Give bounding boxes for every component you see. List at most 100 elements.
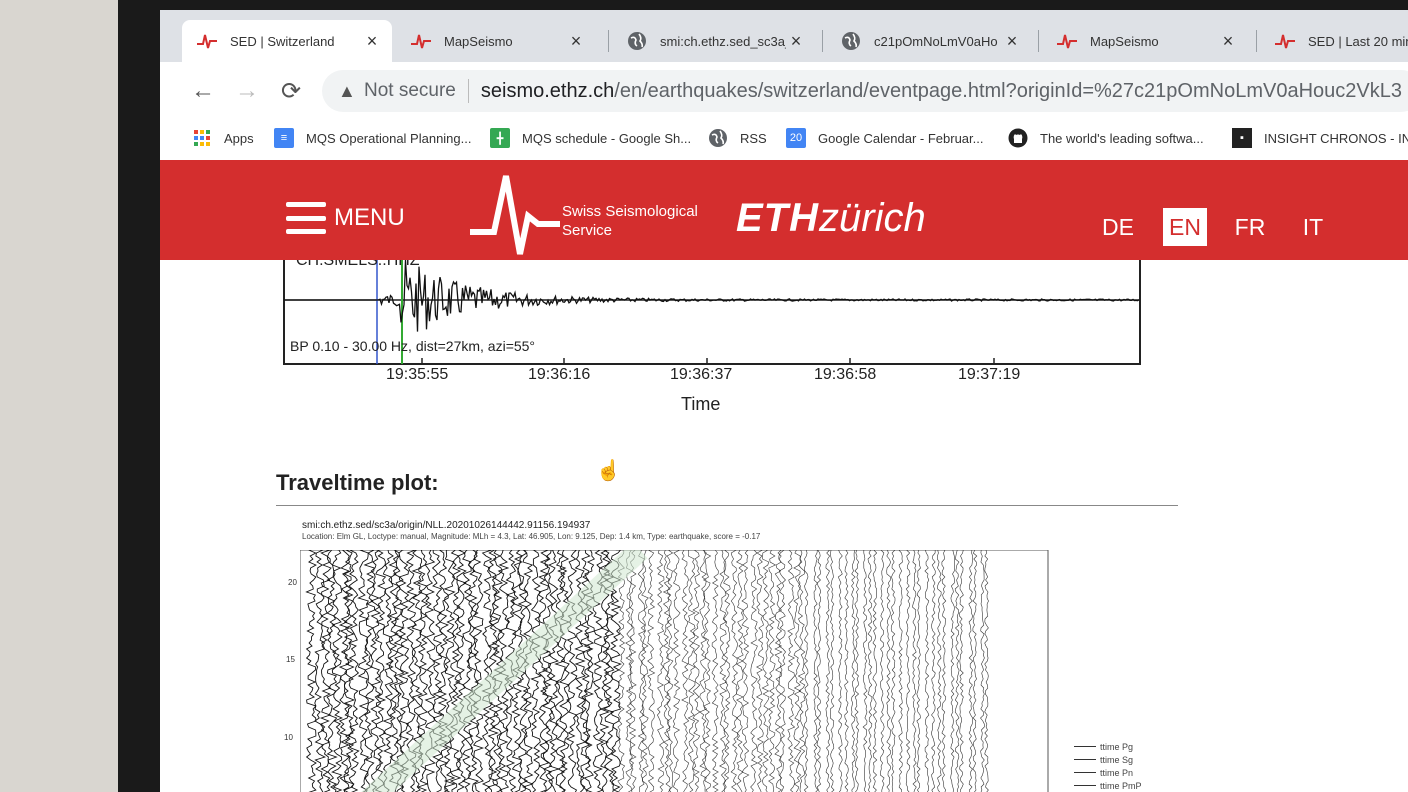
trace-line bbox=[719, 550, 728, 792]
time-axis-label: Time bbox=[681, 394, 721, 414]
lang-en[interactable]: EN bbox=[1163, 208, 1207, 246]
insight-icon: ▪ bbox=[1232, 128, 1252, 148]
time-tick: 19:35:55 bbox=[386, 366, 449, 383]
page-content: CH.SMELS..HHZ BP 0.10 - 30.00 Hz, dist=2… bbox=[160, 260, 1408, 792]
calendar-icon: 20 bbox=[786, 128, 806, 148]
time-tick: 19:36:37 bbox=[670, 366, 733, 383]
trace-line bbox=[837, 550, 843, 792]
close-icon[interactable]: × bbox=[1002, 31, 1022, 52]
trace-line bbox=[730, 550, 739, 792]
close-icon[interactable]: × bbox=[786, 31, 806, 52]
y-tick: 15 bbox=[286, 655, 295, 664]
browser-toolbar: ← → ⟳ ▲ Not secure seismo.ethz.ch/en/ear… bbox=[160, 62, 1408, 118]
tab-origin-smi[interactable]: smi:ch.ethz.sed_sc3a_ × bbox=[612, 20, 816, 62]
trace-line bbox=[984, 550, 989, 792]
trace-line bbox=[851, 550, 856, 792]
sheets-icon: ╋ bbox=[490, 128, 510, 148]
trace-line bbox=[829, 550, 835, 792]
traveltime-legend: ttime Pg ttime Sg ttime Pn ttime PmP bbox=[1074, 740, 1154, 792]
tab-title: MapSeismo bbox=[444, 33, 513, 49]
trace-line bbox=[711, 550, 719, 792]
trace-line bbox=[530, 550, 542, 792]
bookmark-label: Google Calendar - Februar... bbox=[818, 130, 984, 146]
menu-button[interactable]: MENU bbox=[286, 202, 405, 234]
trace-line bbox=[723, 550, 731, 792]
trace-line bbox=[326, 550, 338, 792]
trace-line bbox=[461, 550, 474, 792]
security-label[interactable]: Not secure bbox=[364, 80, 456, 102]
bookmark-apps[interactable]: Apps bbox=[192, 128, 254, 148]
trace-line bbox=[972, 550, 978, 792]
bookmark-label: INSIGHT CHRONOS - INS bbox=[1264, 130, 1408, 146]
tab-title: SED | Last 20 minu bbox=[1308, 33, 1408, 49]
address-bar[interactable]: ▲ Not secure seismo.ethz.ch/en/earthquak… bbox=[322, 70, 1408, 112]
reload-icon[interactable]: ⟳ bbox=[276, 76, 306, 106]
eth-logo-bold: ETH bbox=[736, 196, 819, 240]
trace-line bbox=[699, 550, 708, 792]
lang-de[interactable]: DE bbox=[1096, 208, 1140, 246]
tab-sed-switzerland[interactable]: SED | Switzerland × bbox=[182, 20, 392, 62]
trace-line bbox=[844, 550, 849, 792]
bookmark-insight-chronos[interactable]: ▪ INSIGHT CHRONOS - INS bbox=[1232, 128, 1408, 148]
bookmark-label: The world's leading softwa... bbox=[1040, 130, 1204, 146]
trace-line bbox=[455, 550, 467, 792]
tab-title: smi:ch.ethz.sed_sc3a_ bbox=[660, 33, 786, 49]
sed-logo[interactable] bbox=[468, 172, 563, 257]
forward-arrow-icon[interactable]: → bbox=[232, 76, 262, 106]
trace-line bbox=[681, 550, 690, 792]
close-icon[interactable]: × bbox=[1218, 31, 1238, 52]
trace-line bbox=[755, 550, 764, 792]
close-icon[interactable]: × bbox=[566, 31, 586, 52]
tab-mapseismo[interactable]: MapSeismo × bbox=[396, 20, 596, 62]
globe-icon bbox=[708, 128, 728, 148]
hamburger-icon bbox=[286, 202, 326, 234]
trace-line bbox=[898, 550, 903, 792]
site-header: MENU Swiss Seismological Service ETHzüri… bbox=[160, 160, 1408, 260]
close-icon[interactable]: × bbox=[362, 31, 382, 52]
sed-name-line1: Swiss Seismological bbox=[562, 203, 698, 220]
trace-line bbox=[916, 550, 921, 792]
trace-line bbox=[862, 550, 868, 792]
seismo-red-icon bbox=[1274, 30, 1296, 52]
tab-separator bbox=[822, 30, 823, 52]
trace-line bbox=[672, 550, 681, 792]
trace-line bbox=[959, 550, 964, 792]
lang-fr[interactable]: FR bbox=[1228, 208, 1272, 246]
bookmark-label: MQS schedule - Google Sh... bbox=[522, 130, 692, 146]
menu-label: MENU bbox=[334, 204, 405, 231]
trace-line bbox=[890, 550, 896, 792]
tab-mapseismo-2[interactable]: MapSeismo × bbox=[1042, 20, 1248, 62]
github-icon bbox=[1008, 128, 1028, 148]
trace-line bbox=[687, 550, 696, 792]
time-tick: 19:36:16 bbox=[528, 366, 591, 383]
traveltime-origin-id: smi:ch.ethz.sed/sc3a/origin/NLL.20201026… bbox=[302, 520, 591, 531]
apps-grid-icon bbox=[192, 128, 212, 148]
trace-line bbox=[750, 550, 759, 792]
sed-wordmark[interactable]: Swiss Seismological Service bbox=[562, 202, 698, 240]
tab-sed-last-20[interactable]: SED | Last 20 minu bbox=[1260, 20, 1408, 62]
trace-line bbox=[641, 550, 649, 792]
trace-line bbox=[574, 550, 587, 792]
docs-icon: ≡ bbox=[274, 128, 294, 148]
url-text[interactable]: seismo.ethz.ch/en/earthquakes/switzerlan… bbox=[481, 80, 1402, 103]
bookmark-mqs-planning[interactable]: ≡ MQS Operational Planning... bbox=[274, 128, 471, 148]
tab-origin-c21[interactable]: c21pOmNoLmV0aHo × bbox=[826, 20, 1032, 62]
trace-line bbox=[565, 550, 578, 792]
bookmark-mqs-schedule[interactable]: ╋ MQS schedule - Google Sh... bbox=[490, 128, 691, 148]
lang-it[interactable]: IT bbox=[1291, 208, 1335, 246]
trace-line bbox=[816, 550, 822, 792]
tab-separator bbox=[1038, 30, 1039, 52]
bookmark-google-calendar[interactable]: 20 Google Calendar - Februar... bbox=[786, 128, 983, 148]
eth-logo[interactable]: ETHzürich bbox=[736, 196, 926, 241]
trace-line bbox=[628, 550, 637, 792]
traveltime-heading: Traveltime plot: bbox=[276, 470, 439, 495]
warning-triangle-icon[interactable]: ▲ bbox=[338, 81, 358, 102]
bookmark-github[interactable]: The world's leading softwa... bbox=[1008, 128, 1204, 148]
trace-line bbox=[797, 550, 806, 792]
trace-line bbox=[941, 550, 947, 792]
tab-separator bbox=[608, 30, 609, 52]
bookmark-rss[interactable]: RSS bbox=[708, 128, 767, 148]
hand-cursor-icon: ☝ bbox=[596, 460, 621, 482]
trace-line bbox=[692, 550, 701, 792]
back-arrow-icon[interactable]: ← bbox=[188, 76, 218, 106]
